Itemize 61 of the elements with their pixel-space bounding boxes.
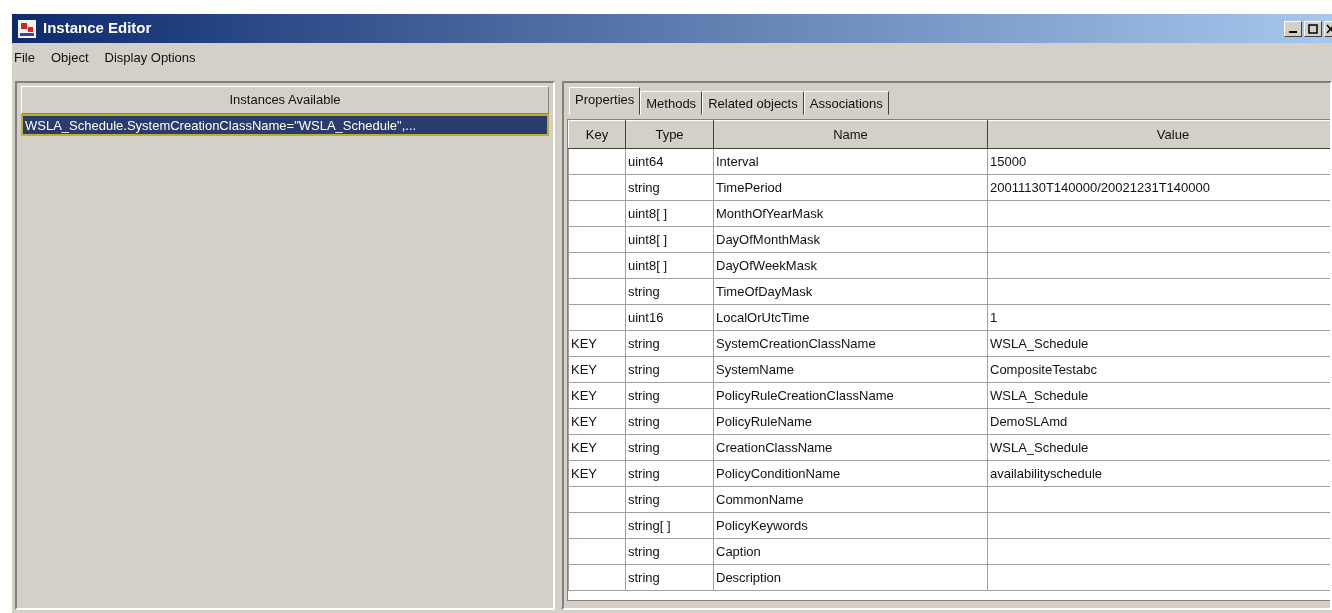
table-cell: string — [625, 486, 714, 513]
table-cell: Caption — [713, 538, 988, 565]
minimize-icon — [1289, 31, 1297, 33]
table-cell: TimeOfDayMask — [713, 278, 988, 305]
table-cell: KEY — [568, 330, 626, 357]
table-cell: CommonName — [713, 486, 988, 513]
table-cell: SystemCreationClassName — [713, 330, 988, 357]
table-cell: SystemName — [713, 356, 988, 383]
window-title: Instance Editor — [43, 18, 152, 39]
table-cell: string — [625, 382, 714, 409]
column-header: Instances Available — [21, 86, 549, 114]
table-cell: string — [625, 460, 714, 487]
table-cell: Interval — [713, 148, 988, 175]
table-cell: string — [625, 330, 714, 357]
instance-item[interactable]: WSLA_Schedule.SystemCreationClassName="WSLA_Schedule",... — [21, 114, 549, 136]
table-cell: MonthOfYearMask — [713, 200, 988, 227]
table-cell: string — [625, 564, 714, 591]
tab[interactable]: Properties — [569, 87, 641, 115]
table-cell: string — [625, 408, 714, 435]
table-cell: Description — [713, 564, 988, 591]
maximize-button[interactable] — [1304, 20, 1322, 37]
table-cell: PolicyRuleCreationClassName — [713, 382, 988, 409]
table-cell: string — [625, 356, 714, 383]
close-button[interactable] — [1324, 20, 1332, 37]
table-cell: KEY — [568, 408, 626, 435]
table-cell: string — [625, 538, 714, 565]
table-cell: KEY — [568, 434, 626, 461]
table-cell: uint8[ ] — [625, 252, 714, 279]
tab[interactable]: Related objects — [702, 91, 804, 115]
table-cell: uint16 — [625, 304, 714, 331]
column-header[interactable]: Key — [568, 120, 626, 149]
maximize-icon — [1308, 23, 1318, 34]
tab[interactable]: Associations — [803, 91, 889, 115]
table-cell: LocalOrUtcTime — [713, 304, 988, 331]
tab[interactable]: Methods — [640, 91, 703, 115]
table-cell: string — [625, 174, 714, 201]
column-header[interactable]: Type — [625, 120, 714, 149]
table-cell: uint8[ ] — [625, 200, 714, 227]
column-header[interactable]: Value — [987, 120, 1330, 149]
table-cell: string[ ] — [625, 512, 714, 539]
menu-item[interactable]: Display Options — [104, 48, 196, 68]
table-cell: PolicyConditionName — [713, 460, 988, 487]
app-icon — [16, 17, 38, 40]
table-cell: string — [625, 278, 714, 305]
table-cell: KEY — [568, 382, 626, 409]
table-cell: DayOfWeekMask — [713, 252, 988, 279]
table-cell: uint64 — [625, 148, 714, 175]
table-cell: string — [625, 434, 714, 461]
minimize-button[interactable] — [1284, 20, 1302, 37]
table-cell: KEY — [568, 356, 626, 383]
table-cell: KEY — [568, 460, 626, 487]
menu-item[interactable]: File — [14, 48, 35, 68]
table-cell: PolicyRuleName — [713, 408, 988, 435]
column-header[interactable]: Name — [713, 120, 988, 149]
menu-item[interactable]: Object — [50, 48, 89, 68]
table-cell: TimePeriod — [713, 174, 988, 201]
close-icon — [1325, 23, 1332, 34]
table-cell: CreationClassName — [713, 434, 988, 461]
table-cell: PolicyKeywords — [713, 512, 988, 539]
table-cell: DayOfMonthMask — [713, 226, 988, 253]
table-cell: uint8[ ] — [625, 226, 714, 253]
